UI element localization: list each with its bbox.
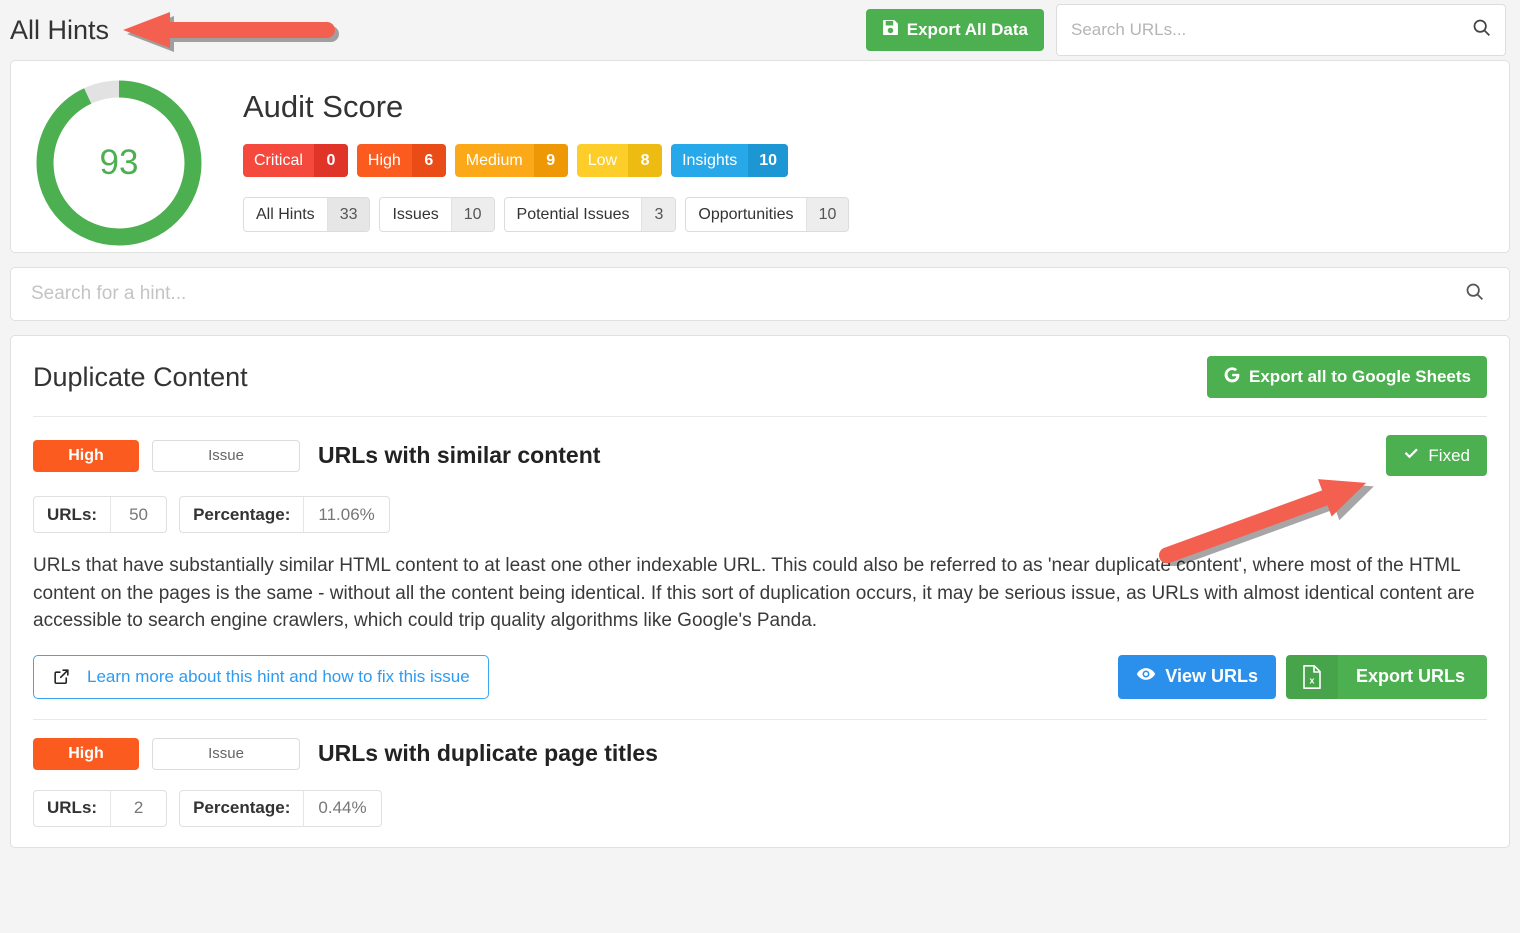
google-icon [1223,366,1241,389]
severity-badge-medium[interactable]: Medium 9 [454,144,568,177]
view-urls-button[interactable]: View URLs [1118,654,1276,699]
severity-badges: Critical 0 High 6 Medium 9 Low 8 Insight… [243,144,849,177]
header-actions: Export All Data [865,4,1506,56]
hint-search-input[interactable] [29,282,1491,306]
page-title: All Hints [10,14,110,45]
hint-severity-badge[interactable]: High [33,737,139,770]
filter-count: 10 [450,198,494,231]
hint-title: URLs with duplicate page titles [318,740,658,767]
stat-percentage: Percentage: 0.44% [179,789,382,827]
hint-primary-actions: View URLs x Export URLs [1118,654,1487,699]
audit-score-panel: 93 Audit Score Critical 0 High 6 Medium … [10,60,1510,253]
export-urls-label: Export URLs [1355,666,1465,687]
filter-pill-issues[interactable]: Issues 10 [379,197,495,232]
hint-item: High Issue URLs with duplicate page titl… [11,720,1509,847]
export-all-data-label: Export All Data [906,20,1028,39]
severity-label: Medium [465,151,523,169]
severity-label: Low [587,151,618,169]
stat-urls: URLs: 2 [33,789,168,827]
hint-item: High Issue URLs with similar content Fix… [11,417,1509,719]
hint-stats-row: URLs: 2 Percentage: 0.44% [33,789,1487,827]
severity-count: 9 [533,144,568,177]
stat-key: URLs: [47,798,98,818]
stat-value: 50 [110,497,166,532]
filter-label: Potential Issues [516,205,630,223]
audit-score-details: Audit Score Critical 0 High 6 Medium 9 L… [243,79,850,232]
url-search-input[interactable] [1056,4,1506,56]
hint-header-row: High Issue URLs with similar content Fix… [33,435,1487,476]
hint-title: URLs with similar content [318,442,601,468]
severity-label: Insights [682,151,738,169]
external-link-icon [52,667,71,686]
check-icon [1403,445,1420,467]
stat-key: Percentage: [193,504,291,524]
url-search-container [1056,4,1506,56]
hint-search-bar [10,267,1510,321]
severity-count: 8 [628,144,663,177]
mark-fixed-label: Fixed [1428,445,1470,465]
filter-pill-all-hints[interactable]: All Hints 33 [243,197,371,232]
severity-badge-low[interactable]: Low 8 [576,144,663,177]
export-sheets-label: Export all to Google Sheets [1249,367,1471,386]
save-icon [882,19,899,41]
export-all-to-google-sheets-button[interactable]: Export all to Google Sheets [1207,356,1487,398]
hint-type-pill[interactable]: Issue [152,439,300,472]
stat-urls: URLs: 50 [33,496,168,533]
hint-description: URLs that have substantially similar HTM… [33,555,1475,632]
filter-count: 33 [326,198,370,231]
severity-label: High [367,151,401,169]
filter-pill-opportunities[interactable]: Opportunities 10 [685,197,850,232]
severity-count: 6 [411,144,446,177]
severity-badge-high[interactable]: High 6 [356,144,446,177]
stat-key: Percentage: [193,798,291,818]
top-header-bar: All Hints Export All Data [0,0,1520,60]
filter-pill-potential-issues[interactable]: Potential Issues 3 [503,197,677,232]
learn-more-label: Learn more about this hint and how to fi… [87,666,470,686]
hint-header-row: High Issue URLs with duplicate page titl… [33,737,1487,770]
audit-score-value: 93 [99,143,139,182]
hint-filter-pills: All Hints 33 Issues 10 Potential Issues … [243,197,850,232]
export-all-data-button[interactable]: Export All Data [865,9,1044,51]
hints-panel: Duplicate Content Export all to Google S… [10,335,1510,848]
stat-percentage: Percentage: 11.06% [179,496,390,533]
svg-text:x: x [1309,675,1314,685]
stat-key: URLs: [47,504,98,524]
hint-severity-badge[interactable]: High [33,439,139,472]
hints-panel-title: Duplicate Content [33,361,248,392]
filter-count: 3 [641,198,676,231]
hint-actions-row: Learn more about this hint and how to fi… [33,654,1487,699]
severity-label: Critical [254,151,303,169]
stat-value: 11.06% [303,497,388,532]
view-urls-label: View URLs [1165,666,1258,687]
severity-badge-insights[interactable]: Insights 10 [671,144,788,177]
filter-count: 10 [805,198,849,231]
severity-count: 0 [313,144,348,177]
stat-value: 0.44% [303,790,380,826]
hint-stats-row: URLs: 50 Percentage: 11.06% [33,496,1487,533]
filter-label: All Hints [256,205,315,223]
mark-fixed-button[interactable]: Fixed [1386,435,1487,476]
severity-count: 10 [748,144,788,177]
eye-icon [1136,664,1156,689]
export-urls-button[interactable]: x Export URLs [1285,654,1487,699]
audit-score-donut: 93 [35,79,203,247]
learn-more-link[interactable]: Learn more about this hint and how to fi… [33,654,489,699]
filter-label: Issues [392,205,439,223]
stat-value: 2 [110,790,166,826]
hint-type-pill[interactable]: Issue [152,737,300,770]
excel-file-icon: x [1285,654,1338,699]
hints-panel-header: Duplicate Content Export all to Google S… [11,336,1509,416]
audit-score-title: Audit Score [243,89,404,124]
severity-badge-critical[interactable]: Critical 0 [243,144,348,177]
filter-label: Opportunities [698,205,794,223]
